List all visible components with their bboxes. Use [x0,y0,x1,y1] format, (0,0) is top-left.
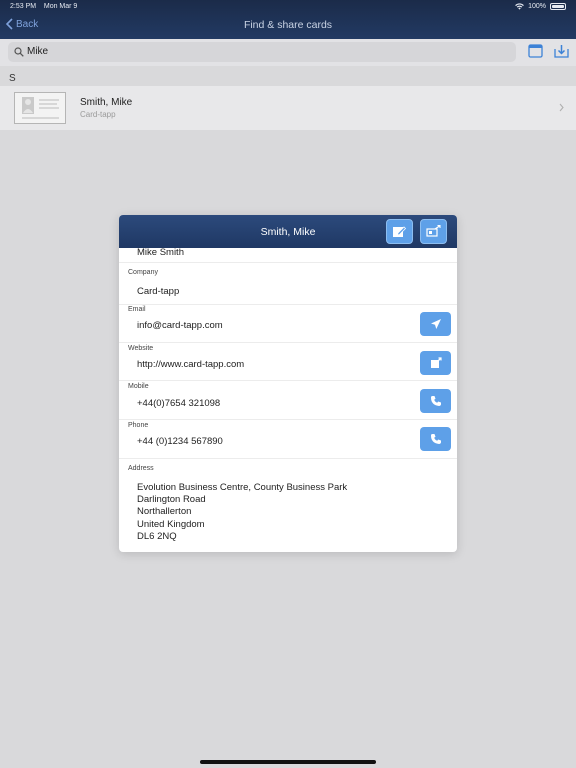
divider [119,342,457,343]
company-label: Company [128,269,158,276]
home-indicator [200,760,376,764]
search-input[interactable]: Mike [8,42,516,62]
list-item-name: Smith, Mike [80,97,133,108]
share-card-icon [426,225,441,237]
edit-button[interactable] [386,219,413,244]
status-time-date: 2:53 PM Mon Mar 9 [10,3,77,10]
website-value: http://www.card-tapp.com [137,359,245,370]
list-item-subtitle: Card-tapp [80,110,116,119]
address-line: United Kingdom [137,519,205,530]
status-date: Mon Mar 9 [43,3,78,10]
divider [119,419,457,420]
open-link-icon [430,357,442,368]
top-bar: 2:53 PM Mon Mar 9 100% Back Find & share… [0,0,576,39]
name-value: Mike Smith [137,247,184,258]
battery-icon [550,3,566,10]
window-icon[interactable] [528,44,543,58]
address-line: Darlington Road [137,494,206,505]
status-time: 2:53 PM [10,3,37,10]
chevron-right-icon [559,103,564,112]
download-icon[interactable] [554,44,569,58]
send-icon [430,319,441,329]
search-value: Mike [27,46,49,57]
address-label: Address [128,465,154,472]
website-label: Website [128,345,154,352]
nav-title: Find & share cards [243,19,333,31]
search-icon [14,47,24,57]
battery-percent: 100% [528,3,546,10]
mobile-value: +44(0)7654 321098 [137,398,221,409]
divider [119,380,457,381]
open-website-button[interactable] [420,351,451,375]
phone-icon [430,434,441,444]
phone-label: Phone [128,422,149,429]
address-line: DL6 2NQ [137,531,177,542]
card-placeholder-icon [14,92,66,124]
email-value: info@card-tapp.com [137,320,223,331]
wifi-icon [515,3,524,10]
list-item[interactable]: Smith, Mike Card-tapp [0,86,576,130]
send-email-button[interactable] [420,312,451,336]
edit-icon [393,226,407,237]
divider [119,262,457,263]
mobile-label: Mobile [128,383,149,390]
address-line: Northallerton [137,506,192,517]
modal-body: Mike Smith Company Card-tapp Email info@… [119,247,457,552]
share-card-button[interactable] [420,219,447,244]
phone-icon [430,396,441,406]
section-header: S [9,73,16,84]
divider [119,304,457,305]
divider [119,458,457,459]
call-mobile-button[interactable] [420,389,451,413]
phone-value: +44 (0)1234 567890 [137,436,223,447]
modal-header: Smith, Mike [119,215,457,248]
search-row: Mike [0,39,576,66]
contact-modal: Smith, Mike Mike Smith Company Card-tapp… [119,215,457,552]
call-phone-button[interactable] [420,427,451,451]
company-value: Card-tapp [137,286,180,297]
email-label: Email [128,306,146,313]
address-line: Evolution Business Centre, County Busine… [137,482,348,493]
status-right: 100% [515,3,566,10]
